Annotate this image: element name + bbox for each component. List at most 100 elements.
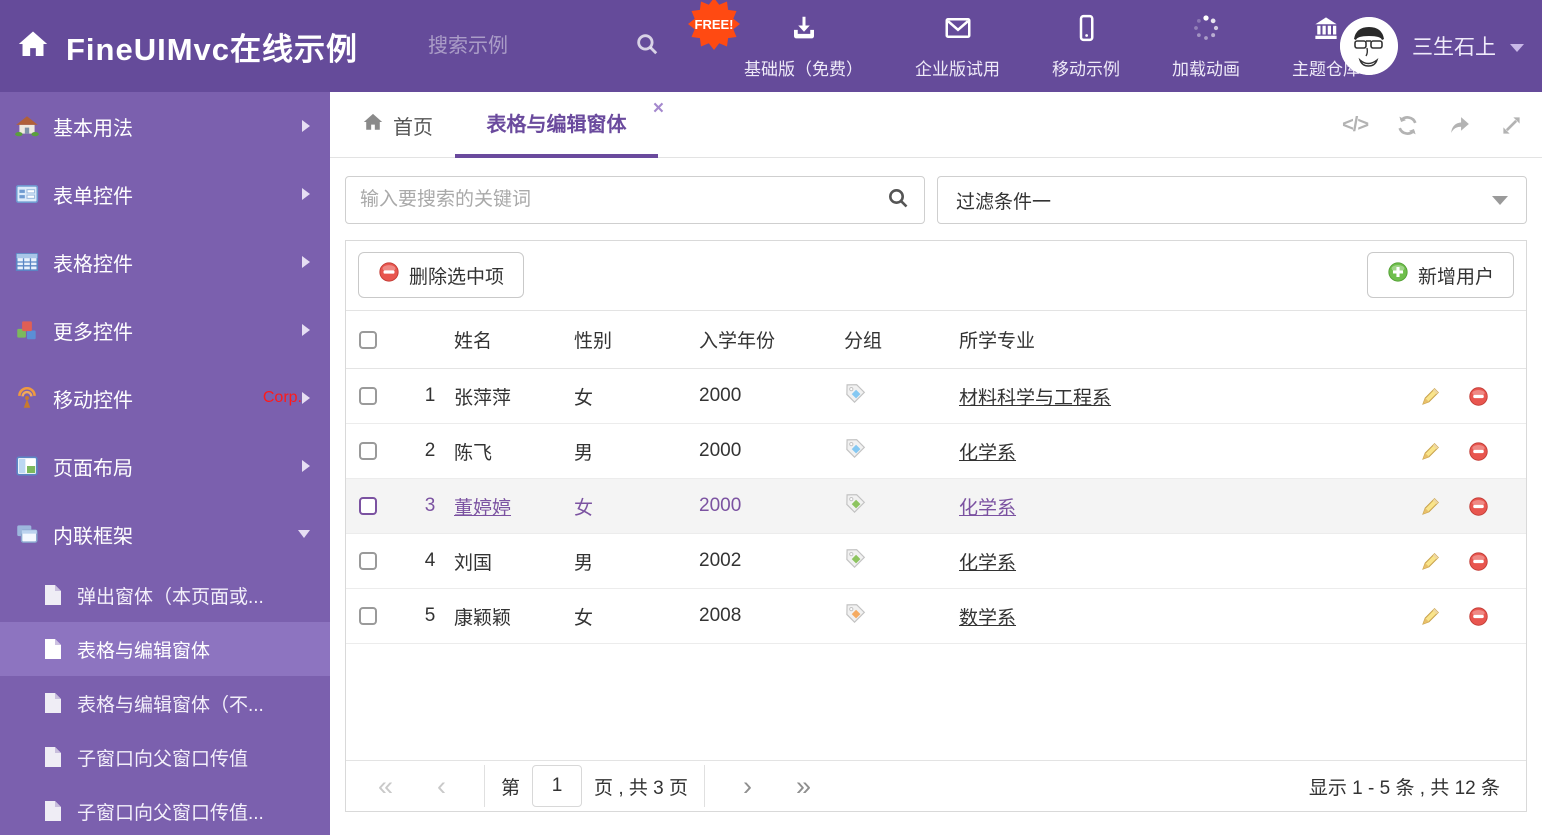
delete-icon[interactable] bbox=[1468, 386, 1489, 407]
row-checkbox[interactable] bbox=[359, 607, 377, 625]
edit-icon[interactable] bbox=[1420, 496, 1441, 517]
row-checkbox[interactable] bbox=[359, 387, 377, 405]
page-label-prefix: 第 bbox=[501, 777, 521, 799]
major-link[interactable]: 材料科学与工程系 bbox=[959, 388, 1111, 409]
column-header-gender: 性别 bbox=[574, 331, 613, 352]
major-link[interactable]: 化学系 bbox=[959, 498, 1016, 519]
table-header-row: 姓名 性别 入学年份 分组 所学专业 bbox=[346, 311, 1526, 369]
grid-panel: 删除选中项 新增用户 姓名 性别 入学年份 分组 所学专业 1 张萍萍 女 20… bbox=[345, 240, 1527, 812]
tab-grid-edit-window[interactable]: 表格与编辑窗体 × bbox=[455, 92, 664, 158]
delete-selected-button[interactable]: 删除选中项 bbox=[358, 252, 525, 298]
delete-icon[interactable] bbox=[1468, 496, 1489, 517]
row-index: 2 bbox=[424, 440, 436, 461]
chevron-down-icon bbox=[1492, 195, 1508, 205]
cell-gender: 女 bbox=[574, 497, 594, 519]
sidebar-item-label: 表格控件 bbox=[53, 253, 133, 276]
filter-dropdown[interactable]: 过滤条件一 bbox=[937, 176, 1527, 224]
nav-item-mobile-demo[interactable]: 移动示例 bbox=[1026, 13, 1146, 80]
nav-item-basic-edition[interactable]: 基础版（免费） bbox=[718, 13, 889, 80]
sidebar-subitem-grid-edit-window-2[interactable]: 表格与编辑窗体（不... bbox=[0, 676, 330, 730]
sidebar-subitem-popup-window[interactable]: 弹出窗体（本页面或... bbox=[0, 568, 330, 622]
delete-icon[interactable] bbox=[1468, 551, 1489, 572]
tag-icon bbox=[844, 492, 867, 521]
top-search[interactable] bbox=[428, 0, 660, 92]
cell-gender: 男 bbox=[574, 552, 594, 574]
table-row[interactable]: 3 董婷婷 女 2000 化学系 bbox=[346, 479, 1526, 534]
sidebar-item-iframe[interactable]: 内联框架 bbox=[0, 500, 330, 568]
next-page-button[interactable]: › bbox=[721, 772, 774, 800]
delete-icon[interactable] bbox=[1468, 606, 1489, 627]
search-icon[interactable] bbox=[634, 31, 660, 62]
file-icon bbox=[43, 692, 63, 714]
expand-icon[interactable] bbox=[1499, 113, 1524, 138]
frames-icon bbox=[14, 521, 40, 547]
select-all-checkbox[interactable] bbox=[359, 330, 377, 349]
delete-icon[interactable] bbox=[1468, 441, 1489, 462]
edit-icon[interactable] bbox=[1420, 606, 1441, 627]
sidebar-item-basics[interactable]: 基本用法 bbox=[0, 92, 330, 160]
nav-item-label: 加载动画 bbox=[1172, 59, 1240, 79]
add-user-button[interactable]: 新增用户 bbox=[1366, 252, 1514, 298]
sidebar-item-mobile-controls[interactable]: 移动控件 Corp. bbox=[0, 364, 330, 432]
row-checkbox[interactable] bbox=[359, 497, 377, 515]
record-count-summary: 显示 1 - 5 条 , 共 12 条 bbox=[1308, 777, 1500, 799]
nav-item-loading-animation[interactable]: 加载动画 bbox=[1146, 13, 1266, 80]
last-page-button[interactable]: » bbox=[774, 772, 833, 800]
cell-major: 数学系 bbox=[959, 603, 1406, 630]
sidebar-subitem-child-to-parent-2[interactable]: 子窗口向父窗口传值... bbox=[0, 784, 330, 835]
keyword-search-input[interactable] bbox=[360, 189, 886, 211]
download-icon bbox=[789, 13, 819, 48]
table-row[interactable]: 5 康颖颖 女 2008 数学系 bbox=[346, 589, 1526, 644]
edit-icon[interactable] bbox=[1420, 551, 1441, 572]
nav-item-label: 基础版（免费） bbox=[744, 59, 863, 79]
table-row[interactable]: 2 陈飞 男 2000 化学系 bbox=[346, 424, 1526, 479]
avatar[interactable] bbox=[1340, 17, 1398, 75]
row-actions bbox=[1406, 386, 1526, 407]
cell-name: 董婷婷 bbox=[454, 497, 512, 519]
sidebar-item-form-controls[interactable]: 表单控件 bbox=[0, 160, 330, 228]
source-code-icon[interactable]: </> bbox=[1342, 114, 1369, 137]
sidebar-item-page-layout[interactable]: 页面布局 bbox=[0, 432, 330, 500]
bank-icon bbox=[1311, 13, 1341, 48]
table-row[interactable]: 4 刘国 男 2002 化学系 bbox=[346, 534, 1526, 589]
user-menu[interactable]: 三生石上 bbox=[1340, 0, 1524, 92]
nav-item-enterprise-trial[interactable]: 企业版试用 bbox=[889, 13, 1026, 80]
major-link[interactable]: 化学系 bbox=[959, 443, 1016, 464]
table-row[interactable]: 1 张萍萍 女 2000 材料科学与工程系 bbox=[346, 369, 1526, 424]
file-icon bbox=[43, 638, 63, 660]
file-icon bbox=[43, 800, 63, 822]
sidebar-subitem-child-to-parent[interactable]: 子窗口向父窗口传值 bbox=[0, 730, 330, 784]
major-link[interactable]: 数学系 bbox=[959, 608, 1016, 629]
prev-page-button[interactable]: ‹ bbox=[415, 772, 468, 800]
chevron-right-icon bbox=[302, 324, 310, 336]
row-actions bbox=[1406, 606, 1526, 627]
sidebar-item-grid-controls[interactable]: 表格控件 bbox=[0, 228, 330, 296]
tab-home[interactable]: 首页 bbox=[362, 92, 433, 158]
home-icon bbox=[362, 111, 384, 139]
cell-group bbox=[844, 437, 959, 466]
spinner-icon bbox=[1191, 13, 1221, 48]
close-icon[interactable]: × bbox=[653, 98, 664, 120]
refresh-icon[interactable] bbox=[1395, 113, 1420, 138]
search-icon[interactable] bbox=[886, 186, 910, 215]
sidebar-subitem-grid-edit-window[interactable]: 表格与编辑窗体 bbox=[0, 622, 330, 676]
column-header-name: 姓名 bbox=[454, 331, 493, 352]
sidebar-subitem-label: 表格与编辑窗体 bbox=[77, 640, 211, 662]
brand[interactable]: FineUIMvc在线示例 bbox=[16, 0, 358, 92]
first-page-button[interactable]: « bbox=[372, 772, 415, 800]
row-checkbox[interactable] bbox=[359, 552, 377, 570]
top-search-input[interactable] bbox=[428, 34, 578, 58]
keyword-search-box[interactable] bbox=[345, 176, 925, 224]
edit-icon[interactable] bbox=[1420, 386, 1441, 407]
row-checkbox[interactable] bbox=[359, 442, 377, 460]
share-icon[interactable] bbox=[1447, 113, 1472, 138]
page-number-input[interactable] bbox=[532, 765, 583, 807]
app-title: FineUIMvc在线示例 bbox=[66, 31, 359, 67]
pagination-bar: « ‹ 第 页 , 共 3 页 › » 显示 1 - 5 条 , 共 12 条 bbox=[346, 760, 1526, 811]
chevron-right-icon bbox=[302, 120, 310, 132]
sidebar-item-more-controls[interactable]: 更多控件 bbox=[0, 296, 330, 364]
edit-icon[interactable] bbox=[1420, 441, 1441, 462]
major-link[interactable]: 化学系 bbox=[959, 553, 1016, 574]
row-actions bbox=[1406, 496, 1526, 517]
plus-circle-icon bbox=[1387, 261, 1409, 289]
